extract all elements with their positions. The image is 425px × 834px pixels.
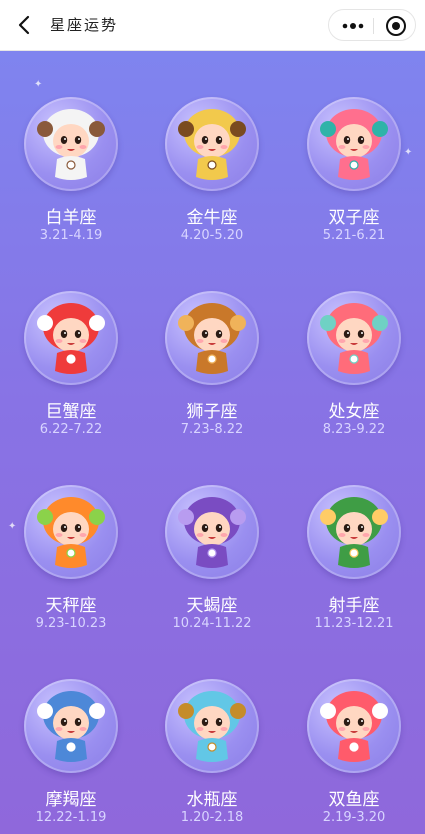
zodiac-dates: 5.21-6.21 xyxy=(322,228,386,243)
libra-mascot-icon xyxy=(37,497,105,568)
zodiac-name: 射手座 xyxy=(328,596,380,616)
zodiac-dates: 6.22-7.22 xyxy=(39,422,103,437)
cancer-mascot-icon xyxy=(37,303,105,374)
zodiac-avatar-bubble xyxy=(307,679,401,773)
zodiac-name: 处女座 xyxy=(328,402,380,422)
zodiac-dates: 4.20-5.20 xyxy=(180,228,244,243)
zodiac-name: 双鱼座 xyxy=(328,790,380,810)
zodiac-name: 白羊座 xyxy=(45,208,97,228)
zodiac-avatar-bubble xyxy=(165,679,259,773)
zodiac-dates: 9.23-10.23 xyxy=(35,616,107,631)
zodiac-grid-panel: ✦ ✦ ✦ 白羊座 3.21-4.19 金牛座 4.20-5.20 双子座 5.21-6.… xyxy=(0,51,425,834)
zodiac-item[interactable]: 狮子座 7.23-8.22 xyxy=(141,245,283,437)
zodiac-dates: 2.19-3.20 xyxy=(322,810,386,825)
zodiac-dates: 8.23-9.22 xyxy=(322,422,386,437)
virgo-mascot-icon xyxy=(320,303,388,374)
pisces-mascot-icon xyxy=(320,691,388,762)
zodiac-item[interactable]: 处女座 8.23-9.22 xyxy=(283,245,425,437)
zodiac-item[interactable]: 摩羯座 12.22-1.19 xyxy=(0,633,142,825)
zodiac-avatar-bubble xyxy=(24,485,118,579)
zodiac-avatar-bubble xyxy=(165,291,259,385)
zodiac-name: 金牛座 xyxy=(186,208,238,228)
zodiac-name: 双子座 xyxy=(328,208,380,228)
capricorn-mascot-icon xyxy=(37,691,105,762)
scorpio-mascot-icon xyxy=(178,497,246,568)
zodiac-avatar-bubble xyxy=(307,485,401,579)
zodiac-avatar-bubble xyxy=(307,291,401,385)
zodiac-avatar-bubble xyxy=(307,97,401,191)
zodiac-item[interactable]: 射手座 11.23-12.21 xyxy=(283,439,425,631)
zodiac-name: 狮子座 xyxy=(186,402,238,422)
target-icon[interactable] xyxy=(385,15,407,37)
zodiac-name: 摩羯座 xyxy=(45,790,97,810)
zodiac-dates: 11.23-12.21 xyxy=(314,616,394,631)
gemini-mascot-icon xyxy=(320,109,388,180)
aries-mascot-icon xyxy=(37,109,105,180)
taurus-mascot-icon xyxy=(178,109,246,180)
zodiac-item[interactable]: 双子座 5.21-6.21 xyxy=(283,51,425,243)
mini-program-capsule xyxy=(328,9,416,41)
leo-mascot-icon xyxy=(178,303,246,374)
zodiac-name: 巨蟹座 xyxy=(45,402,97,422)
zodiac-avatar-bubble xyxy=(165,97,259,191)
zodiac-dates: 1.20-2.18 xyxy=(180,810,244,825)
more-dots-icon[interactable] xyxy=(341,19,365,33)
zodiac-avatar-bubble xyxy=(24,679,118,773)
chevron-left-icon[interactable] xyxy=(14,14,36,36)
zodiac-dates: 12.22-1.19 xyxy=(35,810,107,825)
zodiac-item[interactable]: 水瓶座 1.20-2.18 xyxy=(141,633,283,825)
sagittarius-mascot-icon xyxy=(320,497,388,568)
page-title: 星座运势 xyxy=(50,16,119,34)
zodiac-avatar-bubble xyxy=(165,485,259,579)
zodiac-dates: 3.21-4.19 xyxy=(39,228,103,243)
zodiac-item[interactable]: 双鱼座 2.19-3.20 xyxy=(283,633,425,825)
aquarius-mascot-icon xyxy=(178,691,246,762)
zodiac-name: 天蝎座 xyxy=(186,596,238,616)
zodiac-avatar-bubble xyxy=(24,97,118,191)
zodiac-avatar-bubble xyxy=(24,291,118,385)
zodiac-item[interactable]: 白羊座 3.21-4.19 xyxy=(0,51,142,243)
zodiac-dates: 7.23-8.22 xyxy=(180,422,244,437)
zodiac-item[interactable]: 巨蟹座 6.22-7.22 xyxy=(0,245,142,437)
zodiac-item[interactable]: 金牛座 4.20-5.20 xyxy=(141,51,283,243)
capsule-divider xyxy=(373,18,374,34)
nav-bar: 星座运势 xyxy=(0,0,425,51)
zodiac-name: 天秤座 xyxy=(45,596,97,616)
zodiac-name: 水瓶座 xyxy=(186,790,238,810)
zodiac-item[interactable]: 天秤座 9.23-10.23 xyxy=(0,439,142,631)
zodiac-dates: 10.24-11.22 xyxy=(172,616,252,631)
zodiac-item[interactable]: 天蝎座 10.24-11.22 xyxy=(141,439,283,631)
